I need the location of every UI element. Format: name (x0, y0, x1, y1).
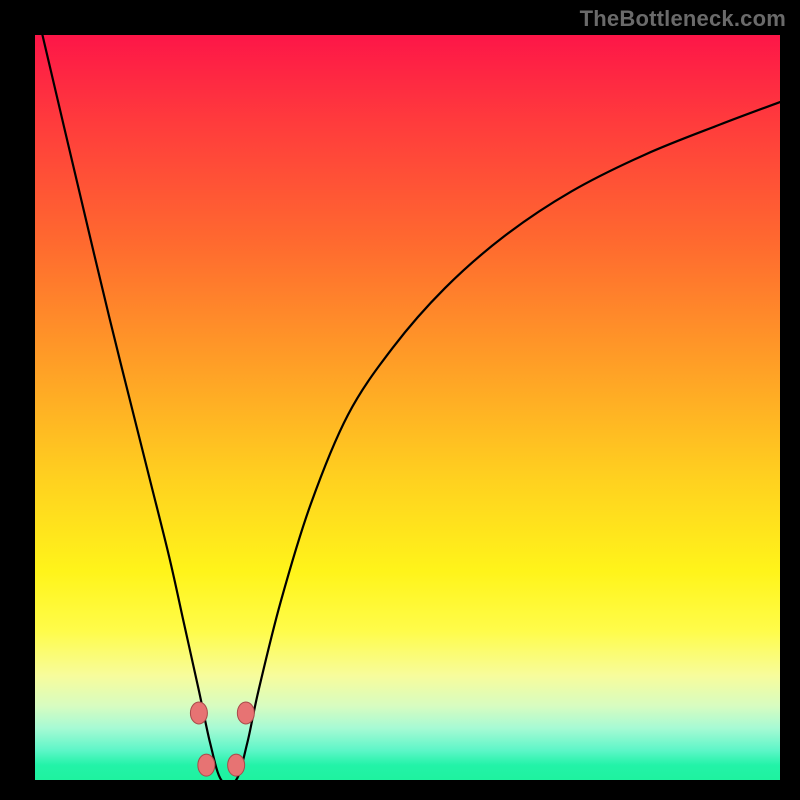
curve-marker (228, 754, 245, 776)
curve-layer (35, 35, 780, 780)
curve-markers (190, 702, 254, 776)
outer-frame: TheBottleneck.com (0, 0, 800, 800)
curve-marker (237, 702, 254, 724)
bottleneck-curve (42, 35, 780, 785)
curve-marker (190, 702, 207, 724)
watermark-text: TheBottleneck.com (580, 6, 786, 32)
curve-marker (198, 754, 215, 776)
